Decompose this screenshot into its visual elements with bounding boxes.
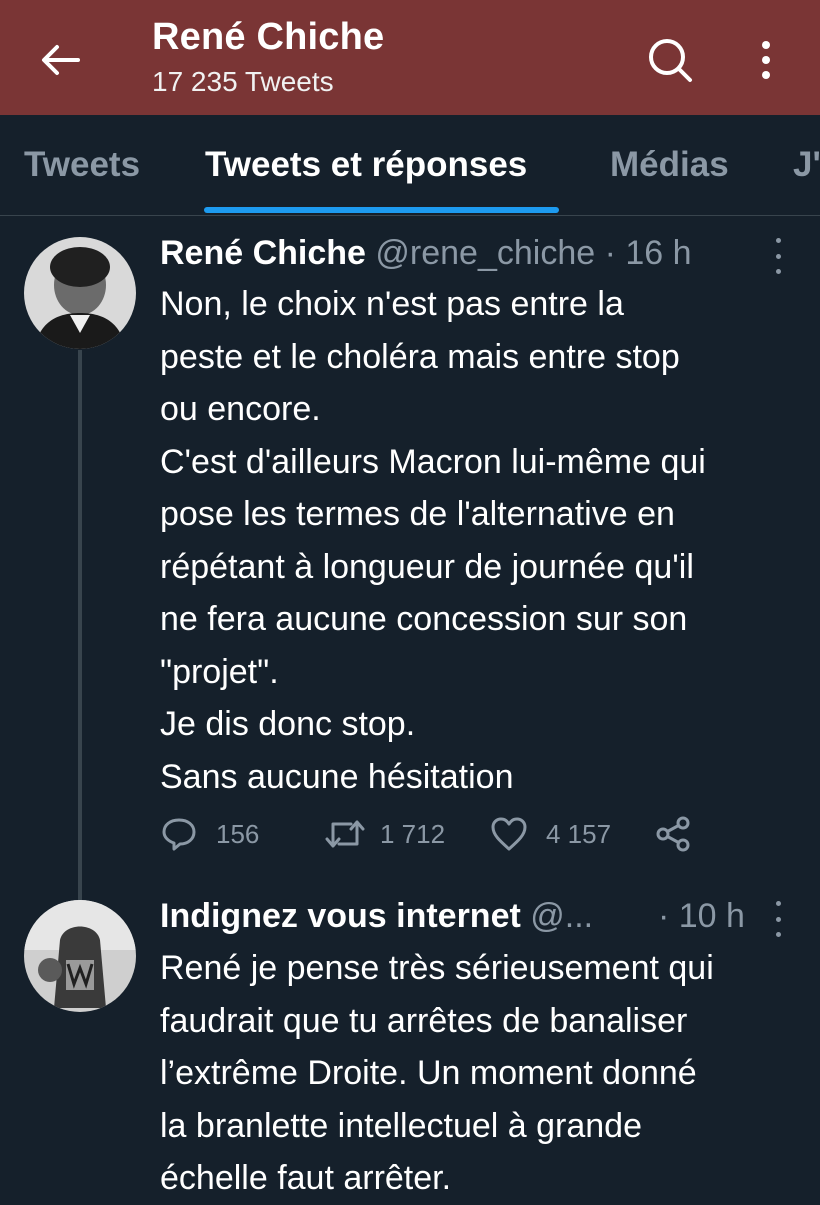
- tab-media[interactable]: Médias: [610, 145, 729, 185]
- avatar-photo: [24, 900, 136, 1012]
- like-count: 4 157: [546, 818, 612, 849]
- tab-tweets[interactable]: Tweets: [24, 145, 140, 185]
- more-vertical-icon: [762, 41, 770, 79]
- tweet-header: René Chiche @rene_chiche · 16 h: [160, 234, 692, 273]
- profile-header: René Chiche 17 235 Tweets: [0, 0, 820, 115]
- tweet-text: Non, le choix n'est pas entre la peste e…: [160, 285, 706, 796]
- avatar[interactable]: [24, 900, 136, 1012]
- avatar-photo: [24, 237, 136, 349]
- tweet-more-button[interactable]: [768, 901, 788, 937]
- tweet-more-button[interactable]: [768, 238, 788, 274]
- search-icon: [649, 39, 692, 82]
- dot-icon: [775, 901, 781, 906]
- profile-tabs: Tweets Tweets et réponses Médias J': [0, 115, 820, 216]
- avatar[interactable]: [24, 237, 136, 349]
- thread-line: [78, 350, 82, 900]
- dot-icon: [775, 238, 781, 243]
- back-button[interactable]: [34, 34, 86, 86]
- dot-icon: [775, 253, 781, 259]
- author-name[interactable]: Indignez vous internet: [160, 897, 521, 935]
- author-name[interactable]: René Chiche: [160, 234, 366, 272]
- profile-name: René Chiche: [152, 16, 385, 58]
- tweet-text: René je pense très sérieusement qui faud…: [160, 949, 714, 1197]
- dot-icon: [775, 269, 781, 274]
- more-options-button[interactable]: [742, 32, 790, 88]
- dot-icon: [775, 932, 781, 937]
- heart-icon: [491, 817, 527, 851]
- retweet-count: 1 712: [380, 818, 446, 849]
- tweet-time-wrapper: · 10 h: [658, 897, 745, 936]
- tweet-actions: 156 1 712 4 157: [160, 812, 720, 856]
- share-icon: [656, 816, 690, 852]
- tweet-time[interactable]: · 16 h: [605, 234, 692, 272]
- tweet-time[interactable]: · 10 h: [658, 897, 745, 935]
- share-button[interactable]: [654, 812, 692, 856]
- active-tab-indicator: [204, 207, 559, 213]
- reply-count: 156: [216, 818, 260, 849]
- like-button[interactable]: 4 157: [490, 812, 611, 856]
- dot-icon: [775, 916, 781, 922]
- search-button[interactable]: [642, 32, 698, 88]
- tweet-count: 17 235 Tweets: [152, 66, 334, 97]
- tab-likes[interactable]: J': [793, 145, 820, 185]
- back-arrow-icon: [42, 45, 80, 75]
- reply-button[interactable]: 156: [160, 812, 259, 856]
- retweet-icon: [325, 820, 365, 848]
- tab-tweets-and-replies[interactable]: Tweets et réponses: [205, 145, 527, 185]
- retweet-button[interactable]: 1 712: [324, 812, 445, 856]
- author-handle[interactable]: @rene_chiche: [375, 234, 595, 272]
- tweet-header: Indignez vous internet @...: [160, 897, 593, 936]
- author-handle[interactable]: @...: [530, 897, 593, 935]
- reply-icon: [162, 818, 196, 851]
